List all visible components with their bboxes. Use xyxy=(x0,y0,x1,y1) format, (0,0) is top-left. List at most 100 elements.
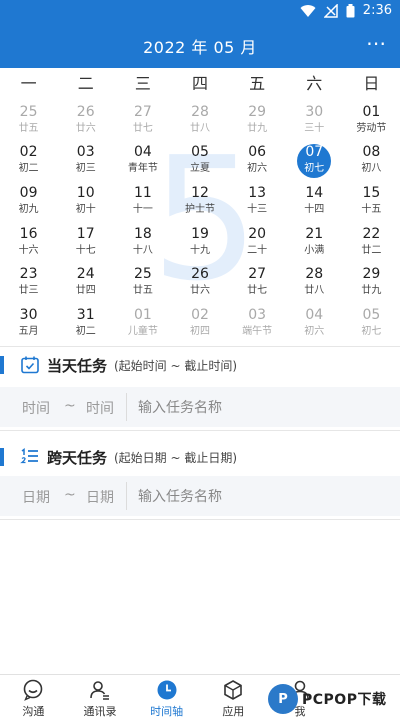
calendar-day[interactable]: 06 初六 xyxy=(229,141,286,182)
lunar-date: 廿八 xyxy=(304,285,325,297)
lunar-date: 初十 xyxy=(75,203,96,215)
status-icons: 2:36 xyxy=(300,3,392,18)
same-day-task-name-input[interactable] xyxy=(136,396,390,420)
calendar-day[interactable]: 13 十三 xyxy=(229,181,286,222)
calendar-day[interactable]: 22 廿二 xyxy=(343,222,400,263)
calendar-day[interactable]: 28 廿八 xyxy=(286,262,343,303)
lunar-date: 初三 xyxy=(75,163,96,175)
day-number: 29 xyxy=(362,266,381,283)
lunar-date: 十一 xyxy=(132,203,153,215)
day-number: 22 xyxy=(362,225,381,242)
calendar-day[interactable]: 31 初二 xyxy=(57,303,114,344)
calendar-day[interactable]: 02 初四 xyxy=(171,303,228,344)
day-number: 28 xyxy=(305,266,324,283)
lunar-date: 十九 xyxy=(189,244,210,256)
day-number: 06 xyxy=(248,144,267,161)
lunar-date: 立夏 xyxy=(189,163,210,175)
calendar-day[interactable]: 28 廿八 xyxy=(171,100,228,141)
calendar-day[interactable]: 20 二十 xyxy=(229,222,286,263)
more-menu-icon[interactable]: ⋯ xyxy=(366,33,386,53)
lunar-date: 初四 xyxy=(189,325,210,337)
calendar-day[interactable]: 04 初六 xyxy=(286,303,343,344)
day-number: 27 xyxy=(248,266,267,283)
calendar-day[interactable]: 01 儿童节 xyxy=(114,303,171,344)
lunar-date: 廿八 xyxy=(189,122,210,134)
lunar-date: 五月 xyxy=(18,325,39,337)
weekday-label: 六 xyxy=(306,74,323,93)
tab-timeline[interactable]: 时间轴 xyxy=(133,675,200,721)
calendar-day[interactable]: 29 廿九 xyxy=(229,100,286,141)
calendar-day[interactable]: 30 五月 xyxy=(0,303,57,344)
day-number: 26 xyxy=(191,266,209,283)
calendar-day[interactable]: 27 廿七 xyxy=(229,262,286,303)
calendar-day[interactable]: 05 初七 xyxy=(343,303,400,344)
lunar-date: 儿童节 xyxy=(127,325,158,337)
calendar-day[interactable]: 17 十七 xyxy=(57,222,114,263)
end-time-field[interactable]: 时间 xyxy=(86,398,114,418)
calendar-day[interactable]: 26 廿六 xyxy=(57,100,114,141)
same-day-task-header: 当天任务 (起始时间 ~ 截止时间) xyxy=(0,348,400,380)
calendar-day[interactable]: 04 青年节 xyxy=(114,141,171,182)
day-number: 30 xyxy=(19,306,38,323)
tab-label: 时间轴 xyxy=(150,705,184,718)
multi-day-task-name-input[interactable] xyxy=(136,485,390,509)
tab-label: 通讯录 xyxy=(83,705,117,718)
calendar-day[interactable]: 12 护士节 xyxy=(171,181,228,222)
start-date-field[interactable]: 日期 xyxy=(22,487,50,507)
calendar-day[interactable]: 26 廿六 xyxy=(171,262,228,303)
tab-communication[interactable]: 沟通 xyxy=(0,675,67,721)
calendar-day[interactable]: 16 十六 xyxy=(0,222,57,263)
start-time-field[interactable]: 时间 xyxy=(22,398,50,418)
lunar-date: 初七 xyxy=(361,325,382,337)
divider xyxy=(0,430,400,431)
calendar-day[interactable]: 25 廿五 xyxy=(114,262,171,303)
day-number: 03 xyxy=(248,306,267,323)
day-number: 29 xyxy=(248,103,267,120)
end-date-field[interactable]: 日期 xyxy=(86,487,114,507)
calendar-check-icon xyxy=(21,356,39,374)
lunar-date: 初二 xyxy=(75,325,96,337)
brand-text: PCPOP下载 xyxy=(302,692,387,708)
calendar-day[interactable]: 30 三十 xyxy=(286,100,343,141)
calendar-day[interactable]: 27 廿七 xyxy=(114,100,171,141)
calendar-day[interactable]: 03 初三 xyxy=(57,141,114,182)
calendar-day[interactable]: 09 初九 xyxy=(0,181,57,222)
calendar-day[interactable]: 19 十九 xyxy=(171,222,228,263)
calendar-day[interactable]: 15 十五 xyxy=(343,181,400,222)
calendar-day[interactable]: 03 端午节 xyxy=(229,303,286,344)
day-number: 15 xyxy=(362,184,381,201)
lunar-date: 护士节 xyxy=(184,203,215,215)
wifi-icon xyxy=(300,4,316,17)
weekday-header: 一二三四五六日 xyxy=(0,70,400,98)
calendar-day[interactable]: 21 小满 xyxy=(286,222,343,263)
calendar-day[interactable]: 25 廿五 xyxy=(0,100,57,141)
day-number: 12 xyxy=(191,184,209,201)
calendar-day[interactable]: 02 初二 xyxy=(0,141,57,182)
calendar-day[interactable]: 05 立夏 xyxy=(171,141,228,182)
field-separator xyxy=(126,482,127,510)
calendar-day[interactable]: 14 十四 xyxy=(286,181,343,222)
weekday-label: 日 xyxy=(363,74,380,93)
weekday-label: 四 xyxy=(191,74,208,93)
month-title[interactable]: 2022 年 05 月 xyxy=(0,34,400,58)
calendar-day-selected[interactable]: 07 初七 xyxy=(286,141,343,182)
calendar-day[interactable]: 11 十一 xyxy=(114,181,171,222)
calendar-day[interactable]: 01 劳动节 xyxy=(343,100,400,141)
calendar-day[interactable]: 29 廿九 xyxy=(343,262,400,303)
calendar-day[interactable]: 23 廿三 xyxy=(0,262,57,303)
day-number: 03 xyxy=(76,144,95,161)
day-number: 04 xyxy=(305,306,324,323)
list-icon xyxy=(20,448,38,464)
calendar-day[interactable]: 10 初十 xyxy=(57,181,114,222)
day-number: 25 xyxy=(133,266,152,283)
brand-logo-icon: P xyxy=(268,684,298,714)
calendar-day[interactable]: 08 初八 xyxy=(343,141,400,182)
weekday-label: 一 xyxy=(20,74,37,93)
tab-contacts[interactable]: 通讯录 xyxy=(67,675,134,721)
lunar-date: 端午节 xyxy=(242,325,273,337)
calendar-day[interactable]: 18 十八 xyxy=(114,222,171,263)
calendar-grid: 25 廿五 26 廿六 27 廿七 28 廿八 29 廿九 30 三十 01 劳动节 02 初二 03 初三 04 青… xyxy=(0,100,400,344)
tab-apps[interactable]: 应用 xyxy=(200,675,267,721)
lunar-date: 廿六 xyxy=(189,285,210,297)
calendar-day[interactable]: 24 廿四 xyxy=(57,262,114,303)
